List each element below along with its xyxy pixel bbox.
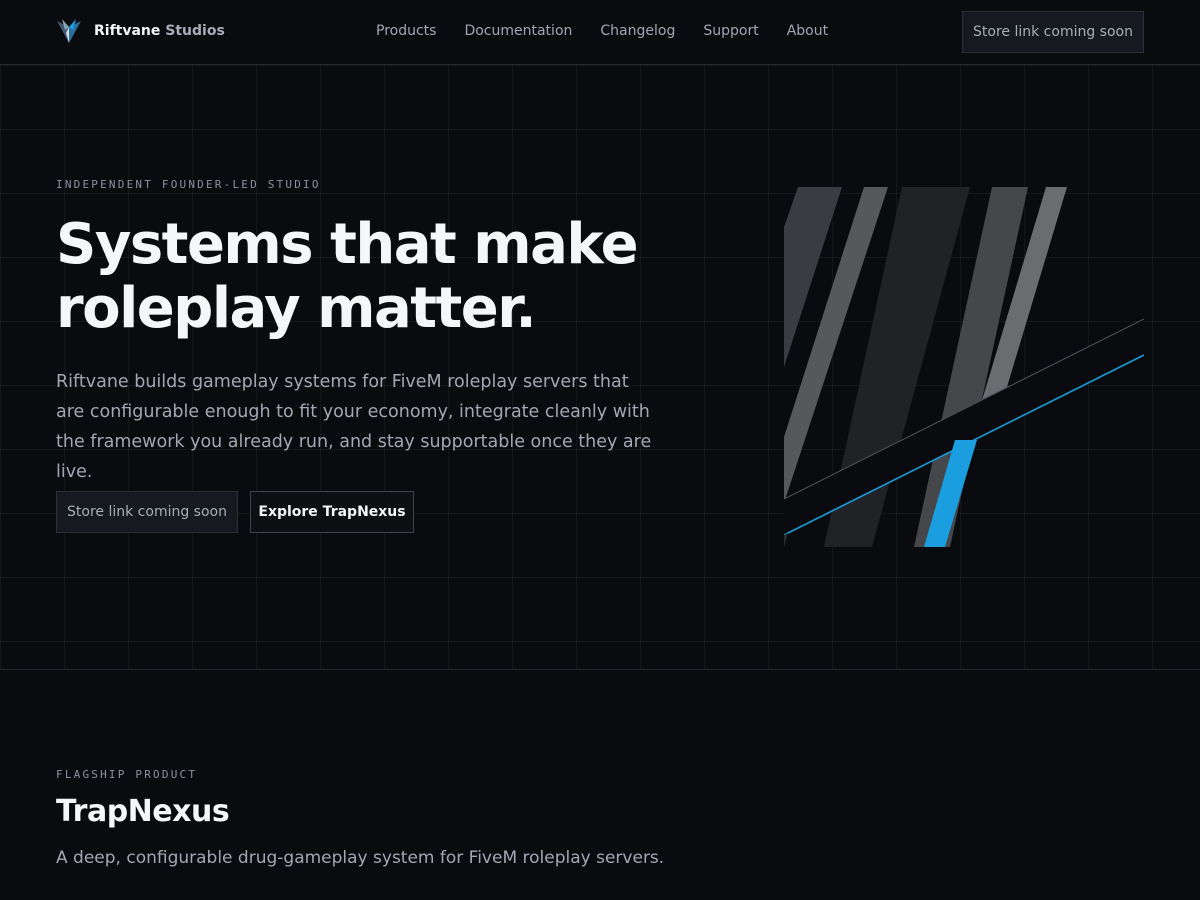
hero-title-line-2: roleplay matter. [56,276,537,341]
flagship-product-section: FLAGSHIP PRODUCT TrapNexus A deep, confi… [0,670,1200,900]
brand-home-link[interactable]: Riftvane Studios [56,17,225,45]
nav-link-support[interactable]: Support [703,23,758,43]
product-description: A deep, configurable drug-gameplay syste… [56,848,665,868]
hero-eyebrow: INDEPENDENT FOUNDER-LED STUDIO [56,178,321,191]
brand-name-secondary: Studios [165,23,225,39]
hero-title-line-1: Systems that make [56,212,639,277]
nav-link-documentation[interactable]: Documentation [464,23,572,43]
nav-links: Products Documentation Changelog Support… [376,23,828,43]
product-eyebrow: FLAGSHIP PRODUCT [56,768,198,781]
hero-actions: Store link coming soon Explore TrapNexus [56,491,414,533]
product-title: TrapNexus [56,794,230,829]
top-nav: Riftvane Studios Products Documentation … [0,0,1200,65]
riftvane-logo-icon [57,19,81,43]
nav-store-button[interactable]: Store link coming soon [962,11,1144,53]
brand-name-primary: Riftvane [94,23,161,39]
nav-link-changelog[interactable]: Changelog [600,23,675,43]
diagonal-stripes-graphic [784,187,1144,547]
hero-description: Riftvane builds gameplay systems for Fiv… [56,372,652,482]
nav-link-about[interactable]: About [787,23,828,43]
nav-link-products[interactable]: Products [376,23,436,43]
corner-sliver [784,533,788,547]
explore-trapnexus-button[interactable]: Explore TrapNexus [250,491,414,533]
brand-name: Riftvane Studios [94,23,225,39]
hero-store-button[interactable]: Store link coming soon [56,491,238,533]
hero-section: INDEPENDENT FOUNDER-LED STUDIO Systems t… [0,65,1200,670]
hero-title: Systems that make roleplay matter. [56,213,696,341]
